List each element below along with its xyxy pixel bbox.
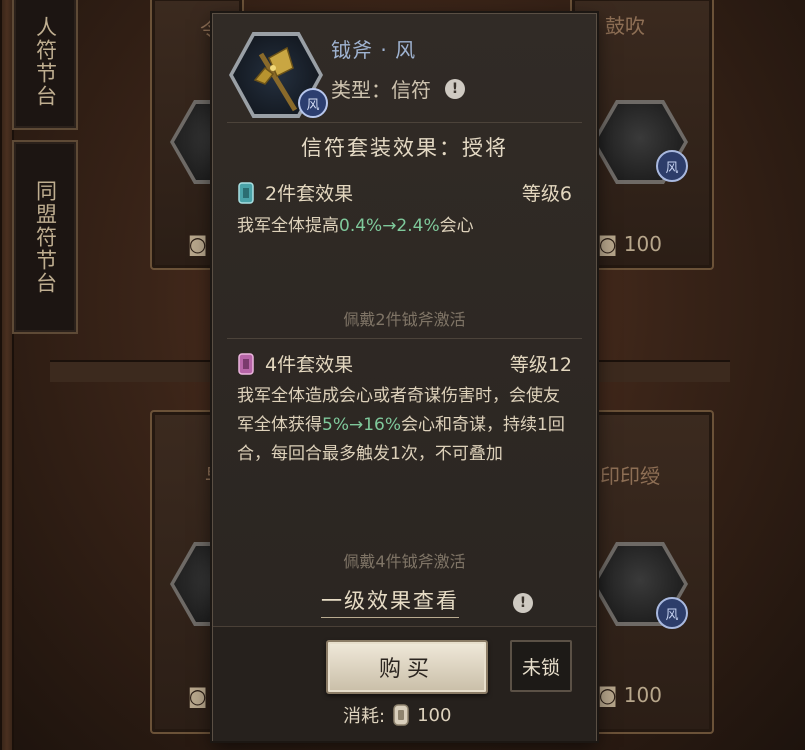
item-type-label: 类型：信符 (331, 78, 431, 102)
info-icon[interactable]: ! (445, 78, 465, 99)
background-badge: 风 (656, 150, 688, 182)
tier-2-description: 我军全体提高0.4%→2.4%会心 (237, 212, 568, 241)
tier-2-desc-suffix: 会心 (439, 216, 474, 236)
tier-2-desc-highlight: 0.4%→2.4% (339, 216, 440, 236)
side-tab-alliance[interactable]: 同盟符节台 (12, 140, 78, 334)
lock-button[interactable]: 未锁 (510, 640, 572, 692)
side-tab-personal[interactable]: 人符节台 (12, 0, 78, 130)
cost-label: 消耗: (343, 706, 386, 727)
tier-2-level: 等级6 (521, 183, 572, 205)
background-badge: 风 (656, 597, 688, 629)
tier-2-header: 2件套效果 等级6 (237, 179, 572, 206)
background-cost: ◙ 100 (598, 683, 662, 707)
divider (227, 122, 582, 123)
tier-4-header: 4件套效果 等级12 (237, 350, 572, 377)
cost-row: 消耗: 100 (343, 702, 451, 728)
tier-4-title: 4件套效果 (265, 354, 354, 376)
level-one-effect-link[interactable]: 一级效果查看 (321, 585, 459, 618)
cost-value: 100 (417, 704, 452, 726)
tier-4-desc-highlight: 5%→16% (322, 415, 401, 435)
background-cost-value: 100 (623, 232, 662, 256)
tier-2-desc-text: 我军全体提高 (237, 216, 339, 236)
item-wind-badge: 风 (298, 88, 328, 118)
info-icon[interactable]: ! (513, 593, 533, 613)
tier-4-level: 等级12 (509, 354, 572, 376)
item-tooltip-panel: 风 钺斧 · 风 类型：信符 ! 信符套装效果：授将 2件套效果 等级6 我军全… (212, 13, 597, 741)
divider (227, 338, 582, 339)
background-coin-icon: ◙ (188, 232, 208, 256)
tier-2-activation-hint: 佩戴2件钺斧激活 (343, 310, 466, 329)
item-name: 钺斧 · 风 (331, 38, 417, 62)
tier-4-description: 我军全体造成会心或者奇谋伤害时，会使友军全体获得5%→16%会心和奇谋，持续1回… (237, 382, 568, 469)
token-icon (393, 704, 409, 726)
background-coin-icon: ◙ (188, 684, 208, 708)
buy-button[interactable]: 购买 (326, 640, 488, 694)
background-cost-value: 100 (623, 683, 662, 707)
side-tab-personal-label: 人符节台 (33, 16, 58, 108)
tier-4-activation-hint: 佩戴4件钺斧激活 (343, 552, 466, 571)
item-type-row: 类型：信符 ! (331, 74, 465, 103)
side-tab-alliance-label: 同盟符节台 (33, 179, 58, 295)
background-card-label: 鼓吹 (605, 14, 645, 38)
background-cost: ◙ 100 (598, 232, 662, 256)
background-card-label: 印印绶 (600, 464, 660, 488)
set-effect-title: 信符套装效果：授将 (301, 136, 508, 160)
tier-2-title: 2件套效果 (265, 183, 354, 205)
teal-token-icon (238, 181, 254, 204)
purple-token-icon (238, 352, 254, 375)
